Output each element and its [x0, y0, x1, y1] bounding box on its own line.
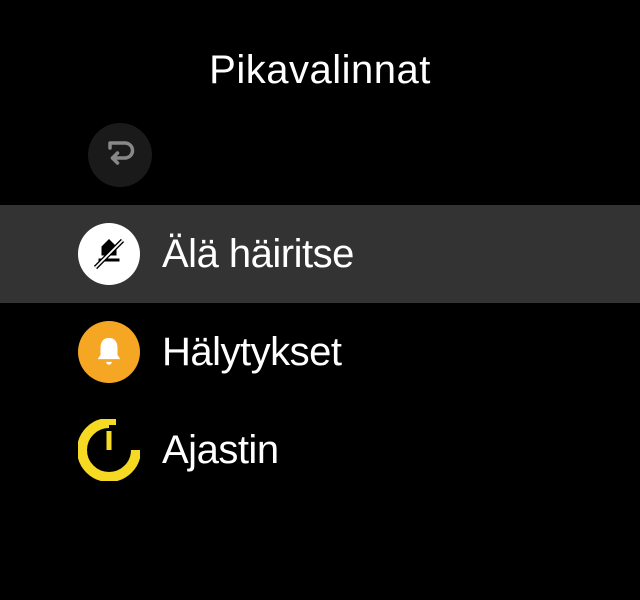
menu-item-label: Hälytykset	[162, 330, 342, 375]
header: Pikavalinnat	[0, 0, 640, 123]
do-not-disturb-icon	[78, 223, 140, 285]
menu-item-timer[interactable]: Ajastin	[0, 401, 640, 486]
menu-item-do-not-disturb[interactable]: Älä häiritse	[0, 205, 640, 303]
bell-icon	[78, 321, 140, 383]
timer-icon	[78, 419, 140, 481]
return-icon	[105, 138, 135, 173]
page-title: Pikavalinnat	[0, 48, 640, 93]
menu-list: Älä häiritse Hälytykset Ajastin	[0, 205, 640, 486]
menu-item-alarms[interactable]: Hälytykset	[0, 303, 640, 401]
back-button[interactable]	[88, 123, 152, 187]
menu-item-label: Ajastin	[162, 428, 279, 473]
menu-item-label: Älä häiritse	[162, 232, 354, 277]
